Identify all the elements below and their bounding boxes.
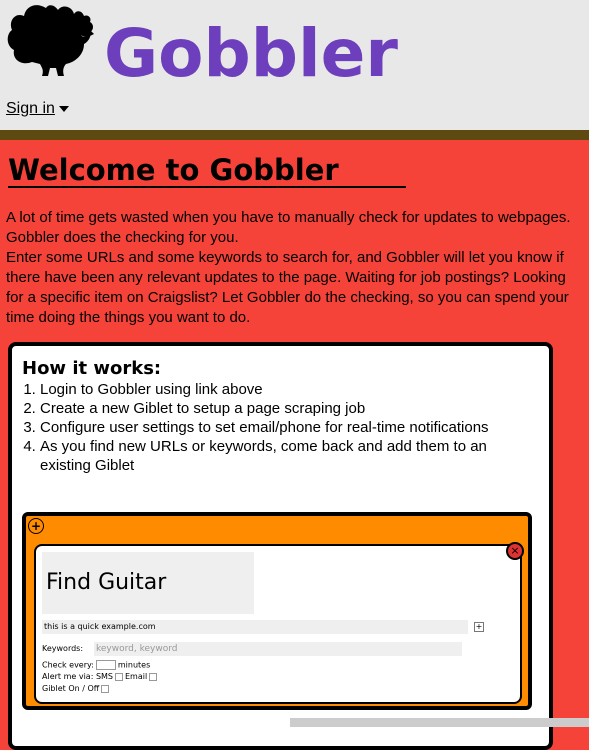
turkey-icon bbox=[7, 5, 94, 76]
add-url-icon: + bbox=[474, 622, 484, 632]
giblet-card: × Find Guitar this is a quick example.co… bbox=[34, 542, 524, 704]
header-divider bbox=[0, 130, 589, 140]
how-it-works-panel: How it works: Login to Gobbler using lin… bbox=[8, 342, 553, 750]
step-item: Configure user settings to set email/pho… bbox=[40, 418, 540, 437]
onoff-label: Giblet On / Off bbox=[42, 684, 100, 693]
steps-list: Login to Gobbler using link above Create… bbox=[18, 380, 540, 475]
demo-screenshot: + × Find Guitar this is a quick example.… bbox=[22, 512, 532, 710]
giblet-title: Find Guitar bbox=[42, 552, 254, 614]
step-item: Create a new Giblet to setup a page scra… bbox=[40, 399, 540, 418]
intro-paragraph-1: A lot of time gets wasted when you have … bbox=[6, 209, 571, 246]
intro-paragraph-2: Enter some URLs and some keywords to sea… bbox=[6, 249, 569, 326]
close-icon: × bbox=[506, 542, 524, 560]
email-checkbox bbox=[149, 672, 158, 681]
title-underline bbox=[8, 186, 406, 188]
keywords-input: keyword, keyword bbox=[94, 642, 462, 656]
check-every-label: Check every: bbox=[42, 660, 94, 670]
alert-label: Alert me via: SMS bbox=[42, 672, 113, 681]
check-every-row: Check every: minutes bbox=[42, 660, 150, 671]
email-label: Email bbox=[125, 672, 148, 681]
how-it-works-heading: How it works: bbox=[22, 358, 162, 379]
sign-in-label: Sign in bbox=[6, 100, 55, 117]
caret-down-icon bbox=[58, 105, 69, 112]
brand-title: Gobbler bbox=[104, 15, 398, 92]
onoff-checkbox bbox=[101, 684, 110, 693]
minutes-label: minutes bbox=[117, 660, 151, 670]
keywords-label: Keywords: bbox=[42, 644, 84, 653]
step-item: Login to Gobbler using link above bbox=[40, 380, 540, 399]
onoff-row: Giblet On / Off bbox=[42, 684, 111, 694]
sms-checkbox bbox=[115, 672, 123, 681]
main-content: Welcome to Gobbler A lot of time gets wa… bbox=[0, 140, 589, 750]
scrollbar[interactable] bbox=[290, 718, 589, 727]
step-item: As you find new URLs or keywords, come b… bbox=[40, 437, 540, 475]
header: Gobbler Sign in bbox=[0, 0, 589, 130]
page-title: Welcome to Gobbler bbox=[8, 153, 339, 187]
alert-row: Alert me via: SMS Email bbox=[42, 672, 159, 682]
interval-input bbox=[95, 660, 116, 670]
url-input: this is a quick example.com bbox=[42, 620, 468, 634]
add-giblet-icon: + bbox=[28, 518, 44, 534]
sign-in-menu[interactable]: Sign in bbox=[6, 100, 69, 118]
intro-text: A lot of time gets wasted when you have … bbox=[6, 208, 576, 328]
